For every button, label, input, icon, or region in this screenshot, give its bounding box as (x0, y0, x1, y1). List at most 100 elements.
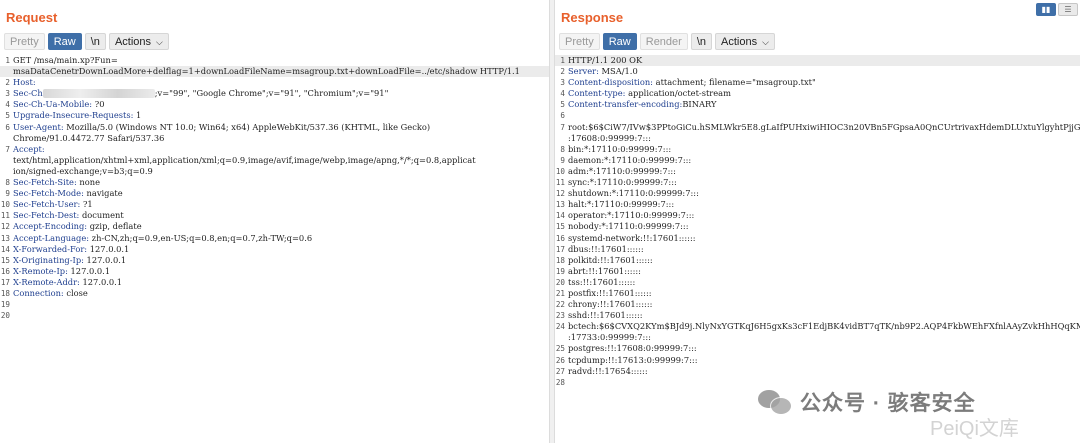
line-number: 11 (0, 211, 10, 221)
header-value: 127.0.0.1 (83, 254, 127, 265)
header-value: operator:*:17110:0:99999:7::: (568, 210, 695, 221)
response-line: 16 systemd-network:!!:17601:::::: (555, 233, 1080, 244)
line-number: 13 (0, 233, 10, 243)
header-value: ion/signed-exchange;v=b3;q=0.9 (13, 165, 153, 176)
response-line: 24 bctech:$6$CVXQ2KYm$BJd9j.NlyNxYGTKqJ6H… (555, 321, 1080, 332)
line-text: bin:*:17110:0:99999:7::: (568, 144, 671, 155)
line-text: shutdown:*:17110:0:99999:7::: (568, 188, 699, 199)
response-line: 5 Content-transfer-encoding:BINARY (555, 99, 1080, 110)
request-newline-toggle[interactable]: \n (84, 33, 106, 50)
request-actions-menu[interactable]: Actions ⌵ (108, 33, 169, 50)
header-name: X-Originating-Ip: (13, 254, 84, 265)
header-value: navigate (83, 188, 123, 199)
chevron-down-icon: ⌵ (762, 37, 769, 47)
response-render-tab[interactable]: Render (639, 33, 688, 50)
header-value: 127.0.0.1 (87, 243, 130, 254)
request-line: 20 (0, 310, 549, 321)
request-editor[interactable]: 1 GET /msa/main.xp?Fun= msaDataCenetrDownL… (0, 55, 549, 443)
response-line: 23 sshd:!!:17601:::::: (555, 310, 1080, 321)
line-number: 25 (555, 344, 565, 354)
response-line: 4 Content-type: application/octet-stream (555, 88, 1080, 99)
header-value: postfix:!!:17601:::::: (568, 287, 652, 298)
header-name: Content-transfer-encoding: (568, 99, 683, 110)
line-number: 19 (0, 300, 10, 310)
stacked-view-icon[interactable]: ☰ (1058, 3, 1078, 16)
line-text: Chrome/91.0.4472.77 Safari/537.36 (13, 133, 164, 144)
line-number: 12 (0, 222, 10, 232)
line-number: 10 (555, 166, 565, 176)
header-value: sync:*:17110:0:99999:7::: (568, 177, 677, 188)
header-name: Content-disposition: (568, 77, 653, 88)
line-text: postgres:!!:17608:0:99999:7::: (568, 343, 697, 354)
line-number: 14 (0, 244, 10, 254)
header-value: :17608:0:99999:7::: (568, 132, 651, 143)
header-value: application/octet-stream (625, 88, 731, 99)
request-pretty-tab[interactable]: Pretty (4, 33, 45, 50)
request-line: 2 Host: (0, 77, 549, 88)
header-value: ?0 (92, 99, 105, 110)
request-line: 10 Sec-Fetch-User: ?1 (0, 199, 549, 210)
header-value: dbus:!!:17601:::::: (568, 243, 644, 254)
header-name: Accept-Encoding: (13, 221, 88, 232)
header-name: Sec-Fetch-Dest: (13, 210, 80, 221)
line-text: Accept-Language: zh-CN,zh;q=0.9,en-US;q=… (13, 233, 312, 244)
line-text: X-Originating-Ip: 127.0.0.1 (13, 255, 126, 266)
header-value: radvd:!!:17654:::::: (568, 365, 648, 376)
line-text: nobody:*:17110:0:99999:7::: (568, 221, 689, 232)
line-text: Sec-Ch-Ua-Mobile: ?0 (13, 99, 104, 110)
header-value: MSA/1.0 (598, 66, 638, 77)
split-view-icon[interactable]: ▮▮ (1036, 3, 1056, 16)
response-editor[interactable]: 1 HTTP/1.1 200 OK 2 Server: MSA/1.0 3 Content… (555, 55, 1080, 443)
line-text: :17733:0:99999:7::: (568, 332, 651, 343)
header-value: close (63, 287, 88, 298)
response-line: 1 HTTP/1.1 200 OK (555, 55, 1080, 67)
request-line: msaDataCenetrDownLoadMore+delflag=1+down… (0, 66, 549, 78)
line-number: 1 (560, 56, 565, 65)
line-number: 20 (555, 277, 565, 287)
header-value: msaDataCenetrDownLoadMore+delflag=1+down… (13, 66, 520, 77)
line-text: Content-disposition: attachment; filenam… (568, 77, 816, 88)
request-line: 13 Accept-Language: zh-CN,zh;q=0.9,en-US;… (0, 233, 549, 244)
response-newline-toggle[interactable]: \n (690, 33, 713, 50)
header-value: 127.0.0.1 (67, 265, 111, 276)
header-value: bctech:$6$CVXQ2KYm$BJd9j.NlyNxYGTKqJ6H5g… (568, 321, 1080, 332)
header-value: postgres:!!:17608:0:99999:7::: (568, 343, 697, 354)
line-text: Content-type: application/octet-stream (568, 88, 731, 99)
line-text: HTTP/1.1 200 OK (568, 55, 642, 66)
response-line: 3 Content-disposition: attachment; filena… (555, 77, 1080, 88)
header-name: User-Agent: (13, 121, 64, 132)
request-raw-tab[interactable]: Raw (47, 33, 82, 50)
response-line: 12 shutdown:*:17110:0:99999:7::: (555, 188, 1080, 199)
request-line: text/html,application/xhtml+xml,applicat… (0, 155, 549, 166)
line-text: tcpdump:!!:17613:0:99999:7::: (568, 355, 698, 366)
line-text: tss:!!:17601:::::: (568, 277, 635, 288)
line-number: 17 (555, 244, 565, 254)
response-title: Response (561, 10, 624, 25)
header-value: GET /msa/main.xp?Fun= (13, 55, 118, 65)
response-actions-menu[interactable]: Actions ⌵ (715, 33, 775, 50)
line-number: 19 (555, 266, 565, 276)
line-number: 2 (560, 67, 565, 77)
header-name: Sec-Fetch-User: (13, 199, 81, 210)
header-value: bin:*:17110:0:99999:7::: (568, 143, 672, 154)
header-value: halt:*:17110:0:99999:7::: (568, 199, 675, 210)
request-line: 11 Sec-Fetch-Dest: document (0, 210, 549, 221)
header-value: zh-CN,zh;q=0.9,en-US;q=0.8,en;q=0.7,zh-T… (89, 232, 313, 243)
request-line: 15 X-Originating-Ip: 127.0.0.1 (0, 255, 549, 266)
header-name: Content-type: (568, 88, 626, 99)
response-line: 10 adm:*:17110:0:99999:7::: (555, 166, 1080, 177)
request-line: ion/signed-exchange;v=b3;q=0.9 (0, 166, 549, 177)
line-text: root:$6$CiW7/IVw$3PPtoGiCu.hSMLWkr5E8.gL… (568, 122, 1080, 133)
line-text: chrony:!!:17601:::::: (568, 299, 652, 310)
header-value: gzip, deflate (87, 221, 142, 232)
line-number: 18 (0, 288, 10, 298)
request-line: 9 Sec-Fetch-Mode: navigate (0, 188, 549, 199)
response-raw-tab[interactable]: Raw (602, 33, 637, 50)
response-pretty-tab[interactable]: Pretty (559, 33, 600, 50)
response-toolbar: Pretty Raw Render \n Actions ⌵ (559, 33, 775, 51)
line-number: 5 (560, 100, 565, 110)
header-value: tcpdump:!!:17613:0:99999:7::: (568, 354, 698, 365)
header-name: Sec-Ch-Ua-Mobile: (13, 99, 93, 110)
line-number: 22 (555, 300, 565, 310)
header-value: daemon:*:17110:0:99999:7::: (568, 154, 692, 165)
